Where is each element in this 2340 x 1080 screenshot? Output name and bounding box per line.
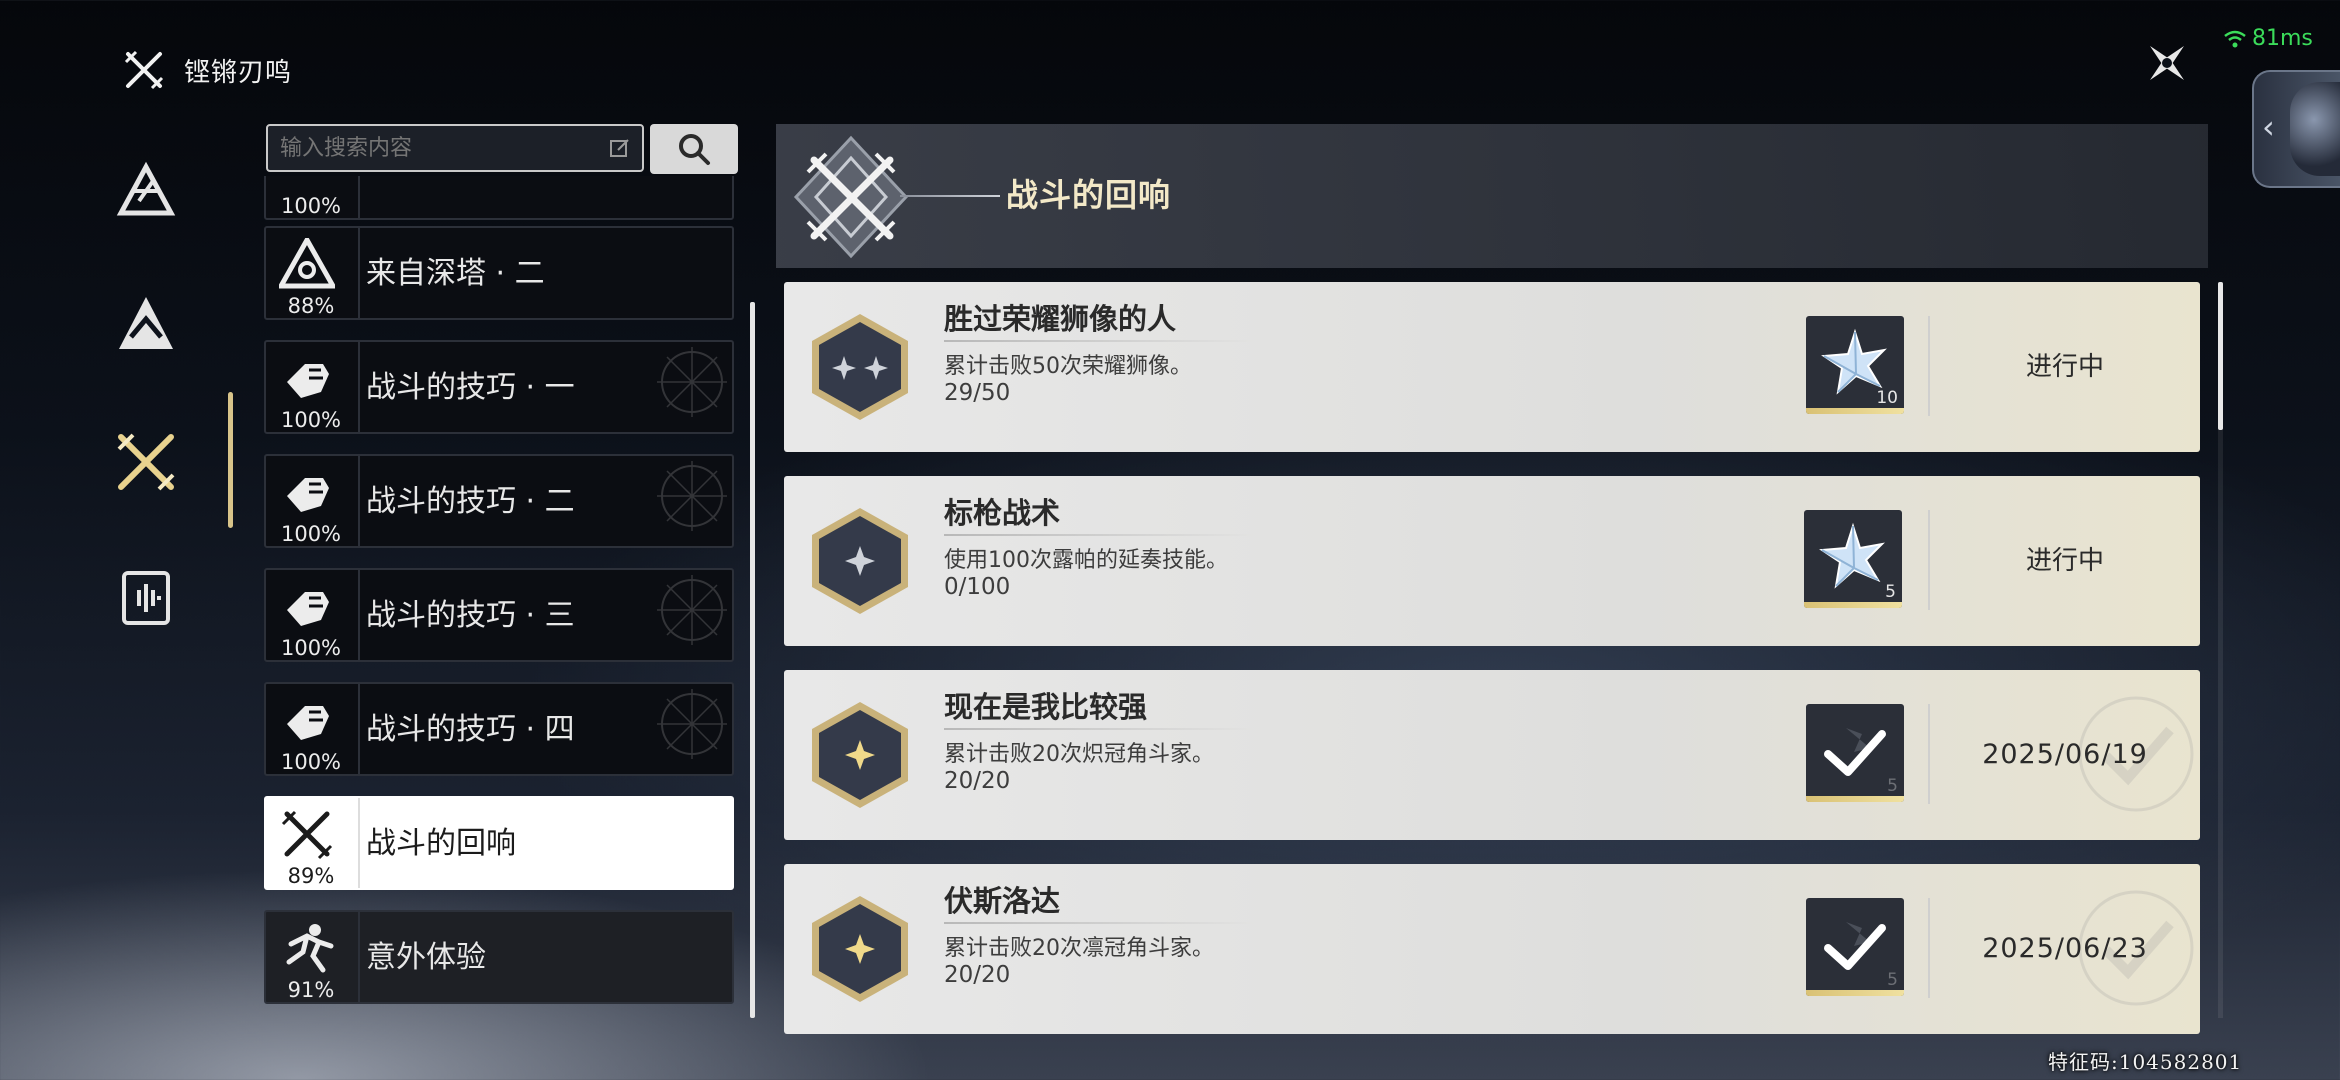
achievement-scrollbar[interactable] bbox=[2218, 282, 2223, 430]
page-title: 战斗的回响 bbox=[1006, 176, 1172, 214]
achievement-progress: 20/20 bbox=[944, 768, 1011, 794]
achievement-card[interactable]: 标枪战术 使用100次露帕的延奏技能。 0/100 5 进行中 bbox=[784, 476, 2200, 646]
rail-category-3-active[interactable] bbox=[112, 428, 180, 496]
one-star-hex-badge-icon bbox=[812, 508, 908, 614]
achievement-progress: 29/50 bbox=[944, 380, 1011, 406]
category-list[interactable]: 100% 88% 来自深塔 · 二 100% 战斗的技巧 · 一 100% 战斗… bbox=[264, 176, 738, 1020]
reward-count: 10 bbox=[1876, 388, 1898, 408]
tower-icon bbox=[276, 236, 338, 292]
watermark: 特征码:104582801 bbox=[2048, 1050, 2243, 1074]
achievement-title: 标枪战术 bbox=[944, 496, 1061, 530]
header-connector bbox=[900, 195, 1000, 197]
list-item[interactable]: 88% 来自深塔 · 二 bbox=[264, 226, 734, 320]
running-figure-icon bbox=[276, 920, 338, 976]
reward-slot-claimed[interactable]: 5 bbox=[1806, 898, 1904, 996]
fist-icon bbox=[276, 464, 338, 520]
list-item-percent: 100% bbox=[280, 636, 342, 660]
compass-deco-icon bbox=[657, 689, 727, 759]
crossed-blades-icon bbox=[117, 433, 175, 491]
compass-deco-icon bbox=[657, 461, 727, 531]
gold-star-hex-badge-icon bbox=[812, 896, 908, 1002]
search-input[interactable] bbox=[266, 124, 644, 172]
achievement-completed-date: 2025/06/23 bbox=[1982, 933, 2148, 964]
achievement-progress: 20/20 bbox=[944, 962, 1011, 988]
reward-slot-claimed[interactable]: 5 bbox=[1806, 704, 1904, 802]
achievement-progress: 0/100 bbox=[944, 574, 1011, 600]
mountain-sigil-icon bbox=[119, 297, 173, 349]
list-item-label: 来自深塔 · 二 bbox=[366, 256, 545, 291]
search-button[interactable] bbox=[650, 124, 738, 174]
rail-active-indicator bbox=[228, 392, 233, 528]
reward-slot[interactable]: 10 bbox=[1806, 316, 1904, 414]
gold-star-hex-badge-icon bbox=[812, 702, 908, 808]
achievement-card[interactable]: 胜过荣耀狮像的人 累计击败50次荣耀狮像。 29/50 10 进行中 bbox=[784, 282, 2200, 452]
network-status: 81ms bbox=[2224, 26, 2313, 51]
reward-count: 5 bbox=[1885, 582, 1896, 602]
sound-wave-icon bbox=[122, 571, 170, 625]
achievement-desc: 累计击败50次荣耀狮像。 bbox=[944, 354, 1192, 379]
compass-deco-icon bbox=[657, 347, 727, 417]
crossed-blades-icon bbox=[124, 50, 164, 90]
list-item-percent: 100% bbox=[280, 522, 342, 546]
edit-icon bbox=[610, 139, 629, 157]
crossed-swords-icon bbox=[276, 806, 338, 862]
list-item-percent: 100% bbox=[280, 750, 342, 774]
close-star-icon bbox=[2150, 46, 2184, 80]
achievement-card[interactable]: 现在是我比较强 累计击败20次炽冠角斗家。 20/20 5 2025/06/19 bbox=[784, 670, 2200, 840]
brand: 铿锵刃鸣 bbox=[122, 48, 292, 92]
triangle-sigil-icon bbox=[116, 161, 176, 216]
rail-category-4[interactable] bbox=[112, 564, 180, 632]
list-item-label: 战斗的技巧 · 四 bbox=[366, 712, 575, 747]
close-button[interactable] bbox=[2140, 36, 2194, 90]
two-star-hex-badge-icon bbox=[812, 314, 908, 420]
achievement-title: 胜过荣耀狮像的人 bbox=[944, 302, 1177, 336]
crossed-swords-emblem-icon bbox=[793, 135, 909, 259]
achievement-title: 现在是我比较强 bbox=[944, 690, 1148, 724]
brand-title: 铿锵刃鸣 bbox=[184, 57, 293, 88]
achievement-status: 进行中 bbox=[2025, 352, 2104, 382]
list-scrollbar[interactable] bbox=[750, 302, 755, 1018]
list-item-label: 战斗的技巧 · 三 bbox=[366, 598, 575, 633]
list-item-label: 战斗的回响 bbox=[366, 826, 516, 861]
list-item-percent: 100% bbox=[280, 408, 342, 432]
list-item[interactable]: 100% 战斗的技巧 · 四 bbox=[264, 682, 734, 776]
list-item-percent: 100% bbox=[280, 194, 342, 218]
search-icon bbox=[679, 134, 710, 165]
wifi-icon bbox=[2224, 30, 2246, 47]
list-item-label: 战斗的技巧 · 二 bbox=[366, 484, 575, 519]
list-item[interactable]: 91% 意外体验 bbox=[264, 910, 734, 1004]
list-item-selected[interactable]: 89% 战斗的回响 bbox=[264, 796, 734, 890]
achievement-status: 进行中 bbox=[2025, 546, 2104, 576]
reward-slot[interactable]: 5 bbox=[1804, 510, 1902, 608]
achievement-desc: 累计击败20次炽冠角斗家。 bbox=[944, 742, 1214, 767]
reward-count: 5 bbox=[1887, 970, 1898, 990]
list-item-label: 意外体验 bbox=[366, 940, 486, 975]
ping-value: 81ms bbox=[2252, 26, 2313, 51]
compass-deco-icon bbox=[657, 575, 727, 645]
fist-icon bbox=[276, 578, 338, 634]
list-item[interactable]: 100% 战斗的技巧 · 一 bbox=[264, 340, 734, 434]
achievement-completed-date: 2025/06/19 bbox=[1982, 739, 2148, 770]
profile-drawer-tab[interactable]: ‹ bbox=[2252, 70, 2340, 188]
list-item-percent: 89% bbox=[287, 864, 335, 888]
rail-category-2[interactable] bbox=[112, 290, 180, 358]
list-item-label: 战斗的技巧 · 一 bbox=[366, 370, 575, 405]
list-item[interactable]: 100% 战斗的技巧 · 三 bbox=[264, 568, 734, 662]
list-item-percent: 91% bbox=[287, 978, 335, 1002]
rail-category-1[interactable] bbox=[112, 158, 180, 226]
list-item-percent: 88% bbox=[287, 294, 335, 318]
achievement-title: 伏斯洛达 bbox=[944, 884, 1061, 918]
achievement-desc: 使用100次露帕的延奏技能。 bbox=[944, 548, 1228, 573]
achievement-desc: 累计击败20次凛冠角斗家。 bbox=[944, 936, 1214, 961]
avatar bbox=[2290, 82, 2340, 176]
list-item[interactable]: 100% 战斗的技巧 · 二 bbox=[264, 454, 734, 548]
list-item[interactable]: 100% bbox=[264, 176, 734, 220]
fist-icon bbox=[276, 350, 338, 406]
achievement-card[interactable]: 伏斯洛达 累计击败20次凛冠角斗家。 20/20 5 2025/06/23 bbox=[784, 864, 2200, 1034]
reward-count: 5 bbox=[1887, 776, 1898, 796]
fist-icon bbox=[276, 692, 338, 748]
chevron-left-icon: ‹ bbox=[2262, 108, 2275, 146]
